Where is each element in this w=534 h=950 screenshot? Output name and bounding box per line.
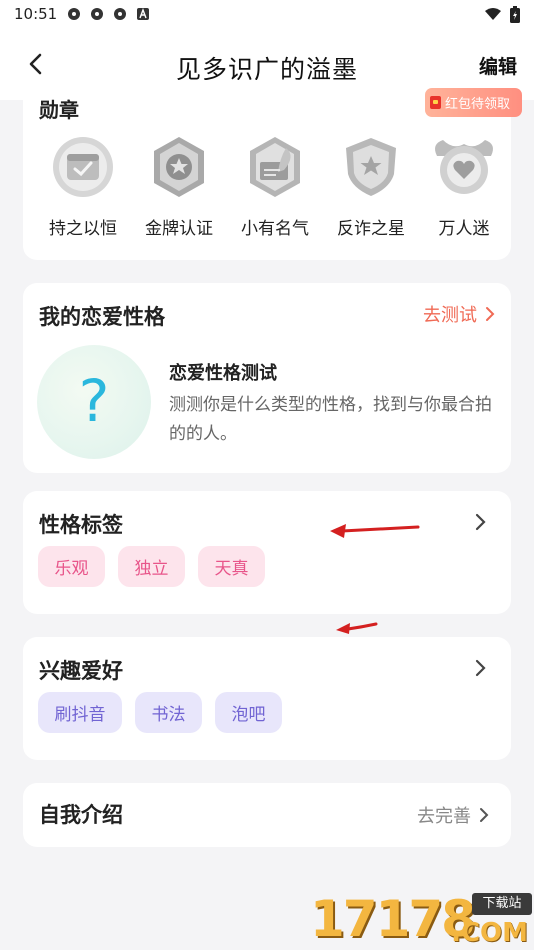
love-title: 我的恋爱性格 [39, 305, 165, 329]
tag-chip[interactable]: 独立 [118, 546, 185, 587]
hobby-chip[interactable]: 刷抖音 [38, 692, 122, 733]
self-intro-card[interactable]: 自我介绍 去完善 [23, 783, 511, 847]
love-personality-card: 我的恋爱性格 去测试 ? 恋爱性格测试 测测你是什么类型的性格，找到与你最合拍的… [23, 283, 511, 473]
tag-list: 乐观 独立 天真 [38, 546, 265, 587]
personality-tags-card[interactable]: 性格标签 乐观 独立 天真 [23, 491, 511, 614]
watermark-tag: 下载站 [472, 893, 532, 915]
love-test-desc: 测测你是什么类型的性格，找到与你最合拍的的人。 [169, 395, 492, 444]
annotation-arrow-icon [330, 524, 420, 538]
badge-label: 金牌认证 [145, 219, 213, 239]
badge-item[interactable]: 持之以恒 [35, 132, 131, 239]
hobby-list: 刷抖音 书法 泡吧 [38, 692, 282, 733]
badge-item[interactable]: 反诈之星 [323, 132, 419, 239]
app-icon [91, 8, 104, 20]
love-test-title: 恋爱性格测试 [169, 363, 277, 384]
complete-label: 去完善 [417, 806, 471, 827]
redpacket-badge[interactable]: 红包待领取 [425, 88, 522, 117]
hobbies-card[interactable]: 兴趣爱好 刷抖音 书法 泡吧 [23, 637, 511, 760]
chevron-right-icon [486, 307, 495, 321]
redpacket-icon [430, 96, 441, 109]
go-test-link[interactable]: 去测试 [423, 301, 495, 327]
edit-button[interactable]: 编辑 [479, 52, 517, 79]
app-icon [114, 8, 127, 20]
feather-badge-icon [250, 137, 300, 197]
tag-chip[interactable]: 乐观 [38, 546, 105, 587]
watermark-logo: 17178 下载站 .COM [310, 888, 534, 950]
wifi-icon [485, 8, 501, 20]
app-icon [68, 8, 81, 20]
battery-icon [510, 5, 520, 23]
question-icon[interactable]: ? [37, 345, 151, 459]
tag-chip[interactable]: 天真 [198, 546, 265, 587]
annotation-arrow-icon [336, 622, 378, 634]
tags-title: 性格标签 [39, 513, 123, 537]
chevron-right-icon[interactable] [473, 511, 489, 533]
chevron-right-icon[interactable] [473, 657, 489, 679]
heart-badge-icon [435, 140, 493, 194]
badge-item[interactable]: 小有名气 [227, 132, 323, 239]
badge-list: 持之以恒 金牌认证 小有名气 反诈之星 万人迷 [23, 132, 511, 252]
badge-label: 反诈之星 [337, 219, 405, 239]
badge-item[interactable]: 金牌认证 [131, 132, 227, 239]
badges-title: 勋章 [39, 98, 79, 122]
hobby-title: 兴趣爱好 [39, 659, 123, 683]
badge-label: 持之以恒 [49, 219, 117, 239]
chevron-right-icon [480, 808, 489, 822]
star-shield-badge-icon [346, 138, 396, 196]
complete-link[interactable]: 去完善 [417, 802, 489, 828]
status-bar: 10:51 [0, 0, 534, 28]
hobby-chip[interactable]: 书法 [135, 692, 202, 733]
badge-item[interactable]: 万人迷 [416, 132, 512, 239]
hobby-chip[interactable]: 泡吧 [215, 692, 282, 733]
watermark-suffix: .COM [451, 918, 528, 948]
a-icon [137, 8, 150, 20]
question-mark: ? [78, 367, 110, 435]
badge-label: 小有名气 [241, 219, 309, 239]
redpacket-label: 红包待领取 [445, 97, 511, 112]
badge-label: 万人迷 [438, 219, 490, 239]
calendar-badge-icon [53, 137, 113, 197]
intro-title: 自我介绍 [39, 803, 123, 827]
go-test-label: 去测试 [423, 305, 477, 326]
status-time: 10:51 [14, 5, 58, 23]
watermark-digits: 17178 [310, 890, 476, 948]
gold-cert-badge-icon [154, 137, 204, 197]
